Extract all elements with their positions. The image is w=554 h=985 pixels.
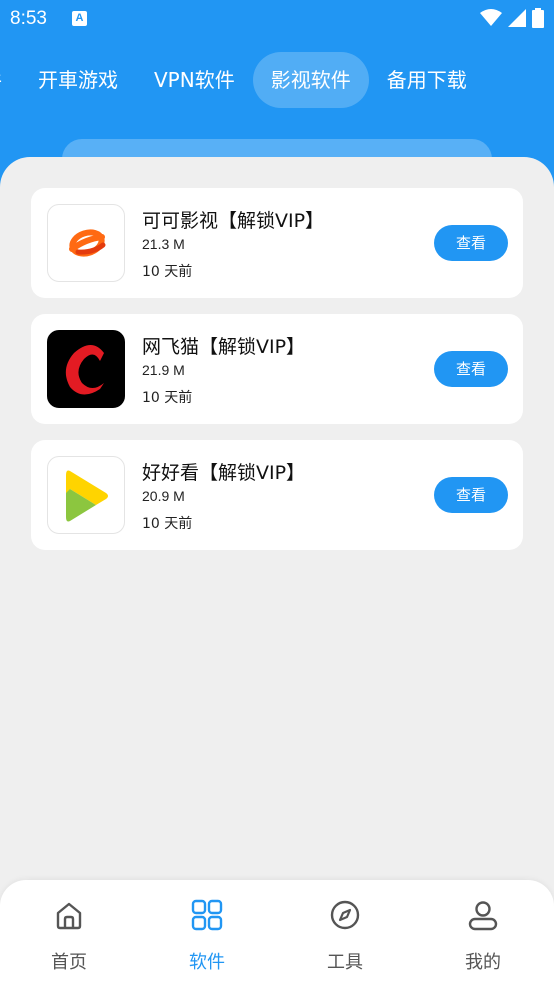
compass-icon: [330, 900, 360, 930]
app-size: 20.9 M: [142, 488, 185, 504]
battery-icon: [532, 8, 544, 28]
app-time: 10 天前: [142, 264, 193, 280]
app-time: 10 天前: [142, 516, 193, 532]
kekeyingshi-logo-icon: [47, 204, 125, 282]
tab-vpn[interactable]: VPN软件: [136, 52, 253, 108]
app-time: 10 天前: [142, 390, 193, 406]
content-panel: 可可影视【解锁VIP】 21.3 M 10 天前 查看 网飞猫【解锁VIP】 2…: [0, 157, 554, 882]
nav-home[interactable]: 首页: [0, 880, 138, 985]
app-name: 好好看【解锁VIP】: [142, 462, 306, 484]
app-name: 网飞猫【解锁VIP】: [142, 336, 306, 358]
category-tabs: 件 开車游戏 VPN软件 影视软件 备用下载: [0, 52, 485, 108]
nav-mine-label: 我的: [465, 952, 501, 973]
tab-video[interactable]: 影视软件: [252, 52, 369, 108]
user-icon: [468, 901, 498, 931]
tab-backup-download[interactable]: 备用下载: [369, 52, 485, 108]
status-time: 8:53: [10, 8, 47, 29]
nav-software-label: 软件: [189, 952, 225, 973]
status-bar: 8:53 A: [0, 0, 554, 40]
tab-games[interactable]: 开車游戏: [20, 52, 136, 108]
home-icon: [56, 902, 82, 930]
signal-icon: [508, 9, 526, 27]
wifi-icon: [480, 9, 502, 26]
status-icons: [480, 8, 544, 28]
nav-mine[interactable]: 我的: [414, 880, 552, 985]
nav-tools[interactable]: 工具: [276, 880, 414, 985]
grid-icon: [191, 899, 223, 931]
app-card[interactable]: 好好看【解锁VIP】 20.9 M 10 天前 查看: [31, 440, 523, 550]
app-size: 21.3 M: [142, 236, 185, 252]
haohaokan-logo-icon: [47, 456, 125, 534]
nav-tools-label: 工具: [327, 952, 363, 973]
app-card[interactable]: 网飞猫【解锁VIP】 21.9 M 10 天前 查看: [31, 314, 523, 424]
app-size: 21.9 M: [142, 362, 185, 378]
app-name: 可可影视【解锁VIP】: [142, 210, 325, 232]
tab-software[interactable]: 件: [0, 52, 20, 108]
notification-icon: A: [72, 11, 87, 26]
nav-software[interactable]: 软件: [138, 880, 276, 985]
view-button[interactable]: 查看: [434, 351, 508, 387]
view-button[interactable]: 查看: [434, 225, 508, 261]
view-button[interactable]: 查看: [434, 477, 508, 513]
app-card[interactable]: 可可影视【解锁VIP】 21.3 M 10 天前 查看: [31, 188, 523, 298]
wangfeimao-logo-icon: [47, 330, 125, 408]
nav-home-label: 首页: [51, 952, 87, 973]
bottom-nav: 首页 软件 工具 我的: [0, 880, 554, 985]
